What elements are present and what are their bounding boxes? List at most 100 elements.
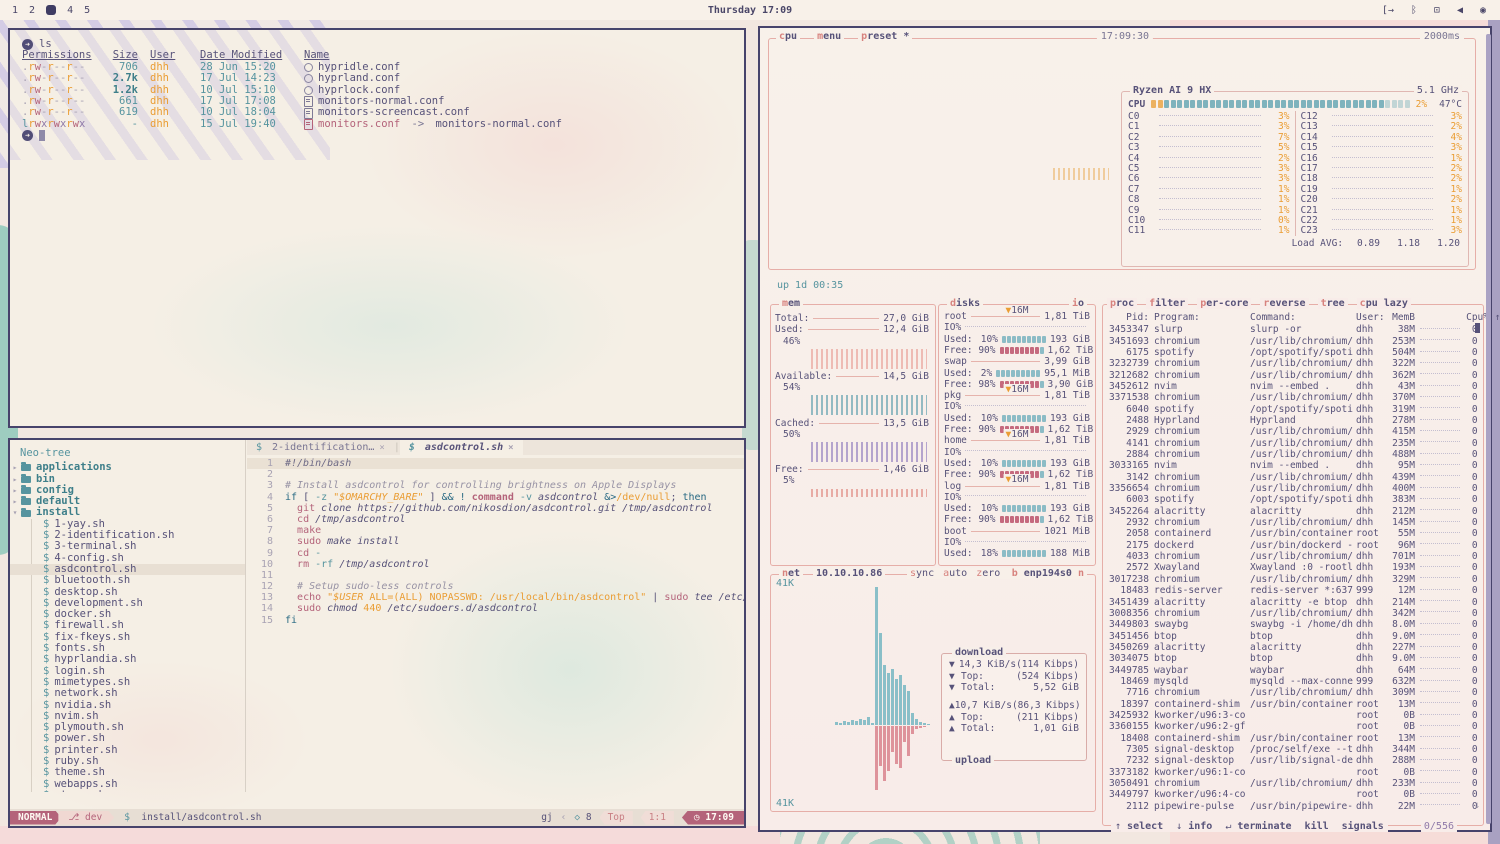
code-area[interactable]: 1#!/bin/bash23# Install asdcontrol for c… [247, 455, 744, 626]
process-row[interactable]: 3033165nvimnvim --embed .dhh95M0.0 [1107, 460, 1479, 471]
proc-column-headers[interactable]: Pid:Program:Command:User:MemBCpu% ↑ [1107, 312, 1479, 323]
proc-tab-tree[interactable]: tree [1318, 298, 1348, 309]
proc-tab-filter[interactable]: filter [1146, 298, 1188, 309]
editor-window[interactable]: Neo-tree ▸applications▸bin▸config▸defaul… [8, 438, 746, 828]
code-line[interactable]: 11 [247, 570, 744, 581]
proc-tab-proc[interactable]: proc [1107, 298, 1137, 309]
proc-footer[interactable]: ↑ select ↓ info ↵ terminate kill signals [1111, 821, 1388, 832]
code-line[interactable]: 3# Install asdcontrol for controlling br… [247, 480, 744, 491]
process-row[interactable]: 3232739chromium/usr/lib/chromium/dhh322M… [1107, 358, 1479, 369]
process-row[interactable]: 3050491chromium/usr/lib/chromium/dhh233M… [1107, 778, 1479, 789]
net-interface[interactable]: b enp194s0 n [1009, 568, 1087, 579]
net-option-auto[interactable]: auto [943, 568, 967, 579]
process-row[interactable]: 3373182kworker/u96:1-coroot0B0.0 [1107, 767, 1479, 778]
workspace-4[interactable]: 4 [67, 5, 73, 16]
proc-col-MemB[interactable]: MemB [1383, 312, 1415, 323]
bluetooth-icon[interactable]: ᛒ [1411, 5, 1417, 16]
workspace-5[interactable]: 5 [84, 5, 90, 16]
buffer-tabline[interactable]: $2-identification…×|$asdcontrol.sh× [247, 440, 744, 455]
proc-tab-per-core[interactable]: per-core [1197, 298, 1251, 309]
process-row[interactable]: 18397containerd-shim/usr/bin/containerro… [1107, 699, 1479, 710]
close-icon[interactable]: × [379, 443, 384, 453]
process-row[interactable]: 3360155kworker/u96:2-gfroot0B0.0 [1107, 721, 1479, 732]
process-row[interactable]: 2572XwaylandXwayland :0 -rootldhh193M0.0 [1107, 562, 1479, 573]
proc-col-Pid[interactable]: Pid: [1107, 312, 1149, 323]
terminal-window[interactable]: ➜lsPermissionsSizeUserDate ModifiedName.… [8, 28, 746, 428]
tree-item-hyprlandia.sh[interactable]: $hyprlandia.sh [32, 654, 245, 665]
proc-action-kill[interactable]: kill [1305, 821, 1329, 832]
tab-2-identification-[interactable]: $2-identification…× [247, 440, 394, 455]
proc-action-signals[interactable]: signals [1342, 821, 1384, 832]
window-scroll-strip[interactable] [1486, 34, 1491, 824]
btop-window[interactable]: cpumenupreset * 17:09:30 2000ms Ryzen AI… [758, 26, 1492, 832]
prompt-line[interactable]: ➜ [22, 130, 732, 141]
process-row[interactable]: 3449803swaybgswaybg -i /home/dhdhh8.0M0.… [1107, 619, 1479, 630]
process-row[interactable]: 3452612nvimnvim --embed .dhh43M0.0 [1107, 381, 1479, 392]
code-line[interactable]: 9 cd - [247, 548, 744, 559]
process-row[interactable]: 7305signal-desktop/proc/self/exe --tdhh3… [1107, 744, 1479, 755]
code-line[interactable]: 14 sudo chmod 440 /etc/sudoers.d/asdcont… [247, 603, 744, 614]
process-row[interactable]: 3356654chromium/usr/lib/chromium/dhh400M… [1107, 483, 1479, 494]
process-row[interactable]: 3450269alacrittyalacrittydhh227M0.0 [1107, 642, 1479, 653]
process-row[interactable]: 4141chromium/usr/lib/chromium/dhh235M0.0 [1107, 438, 1479, 449]
btop-tab-preset[interactable]: preset * [858, 31, 912, 42]
process-row[interactable]: 2175dockerd/usr/bin/dockerd -root96M0.0 [1107, 540, 1479, 551]
proc-scrollbar[interactable] [1475, 323, 1480, 333]
process-row[interactable]: 3425932kworker/u96:3-coroot0B0.0 [1107, 710, 1479, 721]
code-line[interactable]: 7 make [247, 525, 744, 536]
process-row[interactable]: 3142chromium/usr/lib/chromium/dhh439M0.0 [1107, 472, 1479, 483]
tab-asdcontrol-sh[interactable]: $asdcontrol.sh× [400, 440, 523, 455]
process-row[interactable]: 2929chromium/usr/lib/chromium/dhh415M0.0 [1107, 426, 1479, 437]
process-row[interactable]: 2488HyprlandHyprlanddhh278M0.1 [1107, 415, 1479, 426]
tree-item-xtras.sh[interactable]: $xtras.sh [32, 790, 245, 792]
process-row[interactable]: 3212682chromium/usr/lib/chromium/dhh362M… [1107, 370, 1479, 381]
proc-col-Command[interactable]: Command: [1250, 312, 1356, 323]
code-line[interactable]: 10 rm -rf /tmp/asdcontrol [247, 559, 744, 570]
volume-icon[interactable]: ◀ [1457, 5, 1463, 16]
net-options[interactable]: syncautozero [907, 568, 1012, 579]
process-row[interactable]: 6003spotify/opt/spotify/spotidhh383M0.0 [1107, 494, 1479, 505]
tree-item-network.sh[interactable]: $network.sh [32, 688, 245, 699]
process-row[interactable]: 3008356chromium/usr/lib/chromium/dhh342M… [1107, 608, 1479, 619]
code-line[interactable]: 2 [247, 469, 744, 480]
neotree-list[interactable]: ▸applications▸bin▸config▸default▾install… [10, 462, 245, 792]
system-tray[interactable]: [→ᛒ⊡◀◉ [1382, 5, 1486, 16]
workspace-2[interactable]: 2 [29, 5, 35, 16]
proc-col-User[interactable]: User: [1356, 312, 1383, 323]
btop-header-tabs[interactable]: cpu menu preset * [776, 31, 912, 42]
code-line[interactable]: 1#!/bin/bash [247, 458, 744, 469]
proc-tabs[interactable]: procfilterper-corereversetreecpu lazy [1107, 298, 1411, 309]
process-row[interactable]: 3451693chromium/usr/lib/chromium/dhh253M… [1107, 336, 1479, 347]
process-row[interactable]: 3453347slurpslurp -ordhh38M0.0 [1107, 324, 1479, 335]
code-line[interactable]: 5 git clone https://github.com/nikosdion… [247, 503, 744, 514]
process-row[interactable]: 2932chromium/usr/lib/chromium/dhh145M0.0 [1107, 517, 1479, 528]
logout-icon[interactable]: [→ [1382, 5, 1394, 16]
sidebar-item-applications[interactable]: ▸applications [10, 462, 245, 473]
code-line[interactable]: 15fi [247, 615, 744, 626]
proc-action-select[interactable]: ↑ select [1115, 821, 1163, 832]
neotree-panel[interactable]: Neo-tree ▸applications▸bin▸config▸defaul… [10, 440, 246, 792]
proc-action-terminate[interactable]: ↵ terminate [1225, 821, 1291, 832]
code-line[interactable]: 13 echo "$USER ALL=(ALL) NOPASSWD: /usr/… [247, 592, 744, 603]
process-row[interactable]: 7232signal-desktop/usr/lib/signal-dedhh2… [1107, 755, 1479, 766]
process-row[interactable]: 3451456btopbtopdhh9.0M0.0 [1107, 630, 1479, 641]
update-interval[interactable]: 2000ms [1420, 31, 1464, 42]
process-row[interactable]: 3449797kworker/u96:4-coroot0B0.0 [1107, 789, 1479, 800]
process-row[interactable]: 18483redis-serverredis-server *:63799912… [1107, 585, 1479, 596]
btop-tab-cpu[interactable]: cpu [776, 31, 800, 42]
btop-tab-menu[interactable]: menu [814, 31, 844, 42]
net-option-zero[interactable]: zero [976, 568, 1000, 579]
proc-action-info[interactable]: ↓ info [1176, 821, 1212, 832]
proc-scroll-down-icon[interactable]: ↓ [1474, 800, 1480, 811]
editor-pane[interactable]: $2-identification…×|$asdcontrol.sh× 1#!/… [247, 440, 744, 792]
code-line[interactable]: 4if [ -z "$OMARCHY_BARE" ] && ! command … [247, 492, 744, 503]
close-icon[interactable]: × [508, 443, 513, 453]
process-row[interactable]: 2058containerd/usr/bin/containerroot55M0… [1107, 528, 1479, 539]
process-row[interactable]: 18469mysqldmysqld --max-conne999632M0.0 [1107, 676, 1479, 687]
process-row[interactable]: 3017238chromium/usr/lib/chromium/dhh329M… [1107, 574, 1479, 585]
process-row[interactable]: 2112pipewire-pulse/usr/bin/pipewire-dhh2… [1107, 801, 1479, 812]
workspace-1[interactable]: 1 [12, 5, 18, 16]
proc-tab-reverse[interactable]: reverse [1260, 298, 1308, 309]
tree-item-3-terminal.sh[interactable]: $3-terminal.sh [32, 541, 245, 552]
process-row[interactable]: 4033chromium/usr/lib/chromium/dhh701M0.0 [1107, 551, 1479, 562]
